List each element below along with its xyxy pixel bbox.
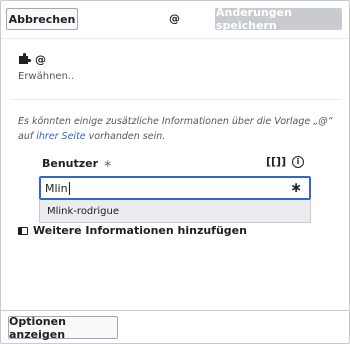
user-input[interactable]: Mlin ∗ xyxy=(39,176,311,200)
sidebar-toggle-icon xyxy=(18,226,28,235)
text-caret xyxy=(68,181,70,195)
template-description: Erwähnen.. xyxy=(18,71,75,82)
add-more-info-link[interactable]: Weitere Informationen hinzufügen xyxy=(18,224,247,237)
add-more-info-label: Weitere Informationen hinzufügen xyxy=(33,224,247,237)
parameter-label: Benutzer ∗ xyxy=(42,157,112,170)
template-page-link[interactable]: ihrer Seite xyxy=(36,131,85,142)
show-options-button[interactable]: Optionen anzeigen xyxy=(8,315,118,341)
template-heading: @ xyxy=(18,50,46,69)
info-icon[interactable]: i xyxy=(292,156,304,168)
template-name: @ xyxy=(35,53,46,66)
template-notice: Es könnten einige zusätzliche Informatio… xyxy=(18,114,338,144)
link-brackets-icon[interactable]: [[]] xyxy=(266,155,286,168)
required-marker: ∗ xyxy=(103,157,113,170)
section-divider xyxy=(11,99,341,100)
notice-text-after: vorhanden sein. xyxy=(85,131,166,142)
cancel-button[interactable]: Abbrechen xyxy=(6,8,78,30)
user-input-value: Mlin xyxy=(45,181,68,195)
header-divider xyxy=(1,38,349,39)
footer-divider xyxy=(1,310,349,311)
puzzle-piece-icon xyxy=(18,50,32,69)
dialog-header: Abbrechen @ Änderungen speichern xyxy=(1,1,349,38)
save-changes-button[interactable]: Änderungen speichern xyxy=(215,6,342,32)
parameter-name: Benutzer xyxy=(42,157,99,170)
suggestion-item[interactable]: Mlink-rodrigue xyxy=(39,200,311,223)
dialog-title: @ xyxy=(169,12,180,25)
template-dialog: Abbrechen @ Änderungen speichern @ Erwäh… xyxy=(0,0,350,344)
required-icon: ∗ xyxy=(290,180,302,196)
